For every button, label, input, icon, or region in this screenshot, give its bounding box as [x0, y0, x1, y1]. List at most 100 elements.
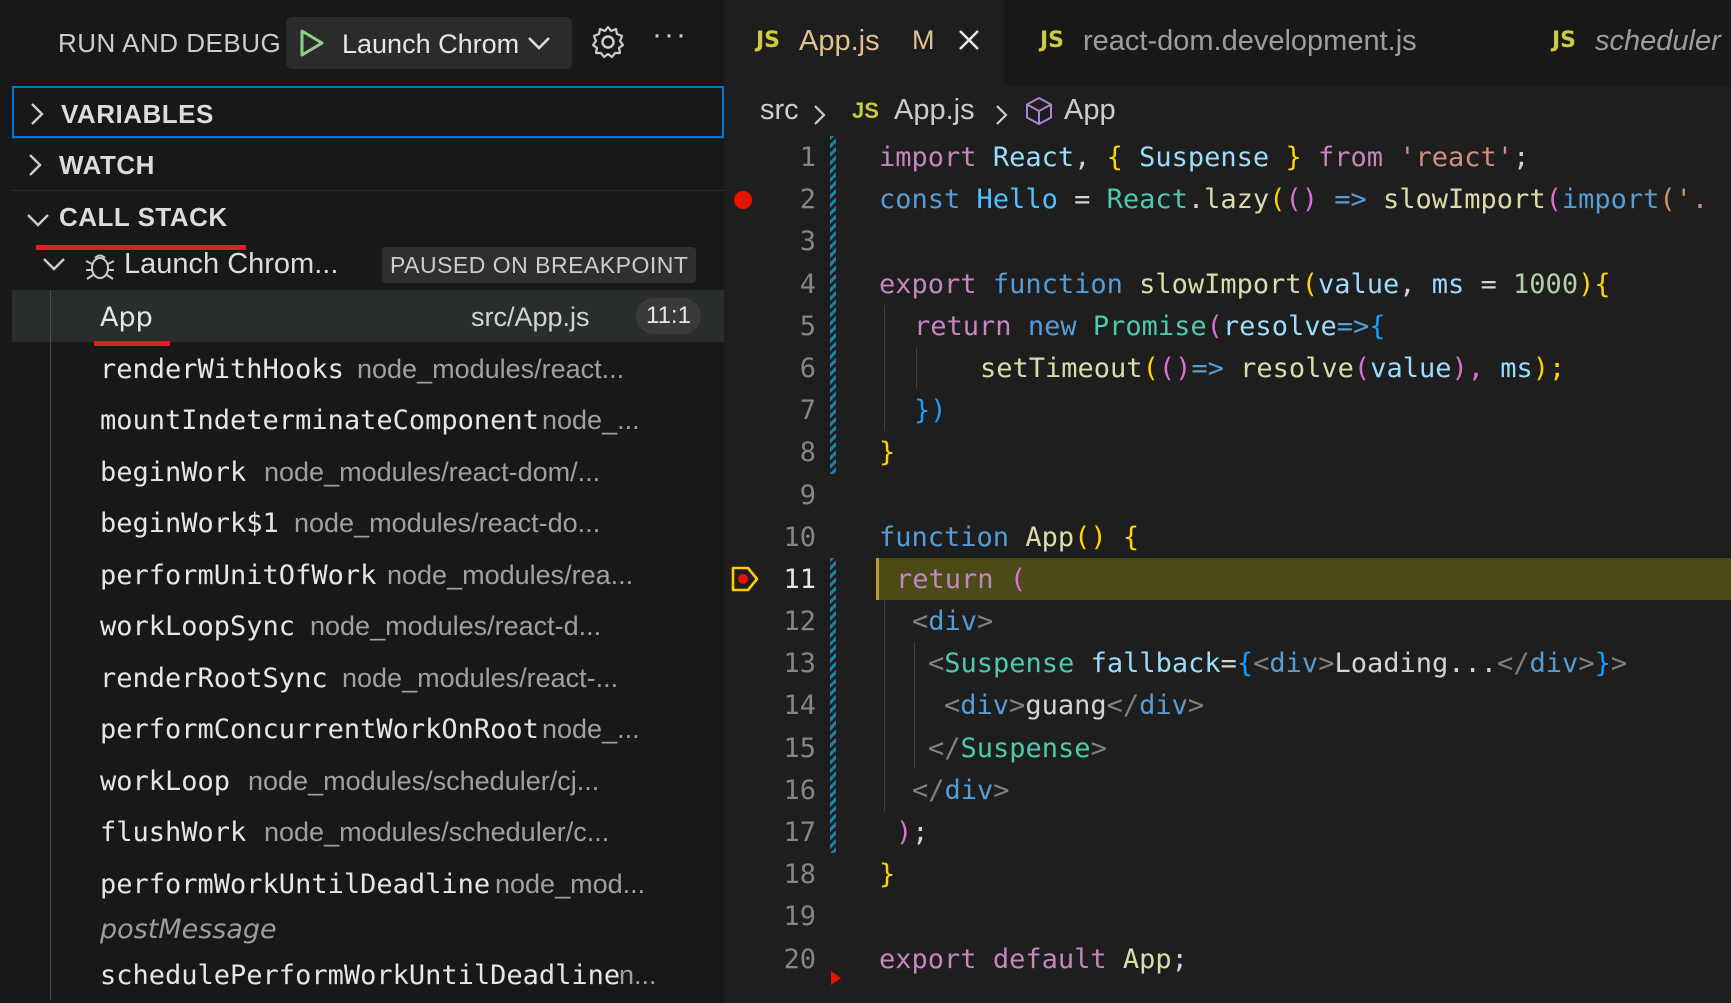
call-stack-frame[interactable]: schedulePerformWorkUntilDeadline n...: [12, 948, 724, 1000]
breadcrumb-file[interactable]: App.js: [894, 94, 975, 127]
line-number: 18: [783, 859, 816, 891]
frame-source: node_modules/react-do...: [294, 508, 601, 538]
code-line[interactable]: 4 export function slowImport(value, ms =…: [724, 262, 1731, 305]
code-line[interactable]: 12 <div>: [724, 600, 1731, 643]
launch-config-select[interactable]: Launch Chrom: [286, 17, 572, 69]
call-stack-frame[interactable]: workLoopSync node_modules/react-d...: [12, 599, 724, 651]
symbol-class-icon: [1024, 96, 1054, 134]
js-file-icon: JS: [852, 98, 879, 123]
session-name: Launch Chrom...: [124, 248, 339, 280]
code-line[interactable]: 2 const Hello = React.lazy(() => slowImp…: [724, 178, 1731, 221]
call-stack-frame[interactable]: postMessage: [12, 908, 724, 948]
tree-guide: [50, 856, 51, 908]
call-stack-frame[interactable]: beginWork$1 node_modules/react-do...: [12, 496, 724, 548]
js-file-icon: JS: [756, 28, 781, 53]
code-line[interactable]: 8 }: [724, 431, 1731, 474]
code-area[interactable]: 1 import React, { Suspense } from 'react…: [724, 136, 1731, 985]
code-text: export function slowImport(value, ms = 1…: [879, 268, 1611, 300]
code-line[interactable]: 6 setTimeout(()=> resolve(value), ms);: [724, 346, 1731, 390]
modified-gutter-bar: [830, 262, 836, 305]
frame-source: node_modules/react-...: [342, 662, 619, 693]
code-line[interactable]: 3: [724, 220, 1731, 263]
tab-app-js[interactable]: JS App.js M: [724, 0, 1004, 86]
code-line[interactable]: 9: [724, 474, 1731, 516]
call-stack-frame[interactable]: renderWithHooks node_modules/react...: [12, 341, 724, 393]
breadcrumb-symbol[interactable]: App: [1064, 94, 1116, 127]
frame-function: performUnitOfWork: [100, 559, 377, 591]
call-stack-frame[interactable]: performWorkUntilDeadline node_mod...: [12, 856, 724, 908]
modified-gutter-bar: [830, 431, 836, 474]
tab-label: scheduler: [1595, 25, 1721, 57]
more-icon[interactable]: ···: [652, 18, 688, 52]
tree-guide: [50, 753, 51, 805]
code-line[interactable]: 19: [724, 895, 1731, 937]
modified-gutter-bar: [830, 726, 836, 769]
line-number: 7: [799, 395, 816, 427]
code-text: <Suspense fallback={<div>Loading...</div…: [928, 648, 1628, 680]
line-number: 15: [783, 732, 816, 764]
current-execution-line[interactable]: 11 return (: [724, 557, 1731, 601]
chevron-down-icon[interactable]: [42, 255, 66, 278]
code-line[interactable]: 15 </Suspense>: [724, 726, 1731, 769]
code-text: <div>: [912, 606, 994, 638]
watch-section-header[interactable]: WATCH: [12, 138, 724, 189]
code-line[interactable]: 20 export default App;: [724, 938, 1731, 985]
line-number: 13: [783, 648, 816, 680]
code-line[interactable]: 1 import React, { Suspense } from 'react…: [724, 136, 1731, 179]
line-number: 20: [783, 943, 816, 975]
frame-function: beginWork$1: [100, 508, 279, 539]
call-stack-label: CALL STACK: [59, 202, 228, 232]
code-line[interactable]: 10 function App() {: [724, 516, 1731, 558]
frame-function: renderWithHooks: [100, 353, 344, 385]
call-stack-frame[interactable]: renderRootSync node_modules/react-...: [12, 650, 724, 702]
code-text: );: [896, 817, 929, 848]
play-icon[interactable]: [298, 28, 326, 63]
chevron-right-icon: [994, 101, 1010, 134]
indent-guide: [914, 726, 915, 769]
indent-guide: [884, 346, 885, 390]
call-stack-frame[interactable]: performUnitOfWork node_modules/rea...: [12, 547, 724, 599]
launch-config-label[interactable]: Launch Chrom: [342, 29, 519, 60]
modified-gutter-bar: [830, 304, 836, 347]
code-line[interactable]: 17 );: [724, 811, 1731, 854]
tree-guide: [50, 948, 51, 1000]
line-number: 19: [783, 901, 816, 933]
tab-scheduler[interactable]: JS scheduler: [1520, 0, 1731, 86]
call-stack-frame[interactable]: mountIndeterminateComponent node_...: [12, 393, 724, 445]
code-text: </div>: [912, 774, 1010, 806]
call-stack-section-header[interactable]: CALL STACK: [12, 190, 724, 241]
code-line[interactable]: 16 </div>: [724, 768, 1731, 811]
line-number: 5: [799, 310, 816, 342]
call-stack-frame[interactable]: App src/App.js 11:1: [12, 290, 724, 342]
breadcrumb-folder[interactable]: src: [760, 94, 799, 127]
code-text: }: [879, 437, 896, 469]
variables-section-header[interactable]: VARIABLES: [12, 86, 724, 138]
chevron-down-icon[interactable]: [526, 31, 552, 60]
frame-source: node_modules/scheduler/cj...: [248, 765, 600, 796]
indent-guide: [884, 389, 885, 432]
code-line[interactable]: 14 <div>guang</div>: [724, 684, 1731, 727]
code-line[interactable]: 18 }: [724, 853, 1731, 895]
frame-function: App: [100, 302, 153, 333]
call-stack-frame[interactable]: flushWork node_modules/scheduler/c...: [12, 805, 724, 857]
deleted-lines-marker[interactable]: [830, 962, 842, 993]
bug-icon: [84, 249, 116, 286]
code-line[interactable]: 7 }): [724, 389, 1731, 432]
code-text: const Hello = React.lazy(() => slowImpor…: [879, 184, 1709, 216]
code-line[interactable]: 5 return new Promise(resolve=>{: [724, 304, 1731, 347]
tab-react-dom-development-js[interactable]: JS react-dom.development.js: [1006, 0, 1440, 86]
call-stack-frame[interactable]: beginWork node_modules/react-dom/...: [12, 444, 724, 496]
call-stack-frame[interactable]: performConcurrentWorkOnRoot node_...: [12, 702, 724, 754]
code-text: export default App;: [879, 943, 1188, 975]
close-icon[interactable]: [957, 28, 981, 57]
gear-icon[interactable]: [590, 24, 626, 65]
tree-guide: [50, 496, 51, 548]
frame-source: node_modules/react...: [357, 353, 625, 384]
call-stack-frame[interactable]: workLoop node_modules/scheduler/cj...: [12, 753, 724, 805]
modified-gutter-bar: [830, 600, 836, 643]
code-text: return new Promise(resolve=>{: [914, 310, 1386, 342]
frame-source: node_...: [542, 405, 640, 435]
modified-gutter-bar: [830, 220, 836, 263]
debug-session-row[interactable]: Launch Chrom... PAUSED ON BREAKPOINT: [12, 242, 724, 288]
code-line[interactable]: 13 <Suspense fallback={<div>Loading...</…: [724, 642, 1731, 685]
